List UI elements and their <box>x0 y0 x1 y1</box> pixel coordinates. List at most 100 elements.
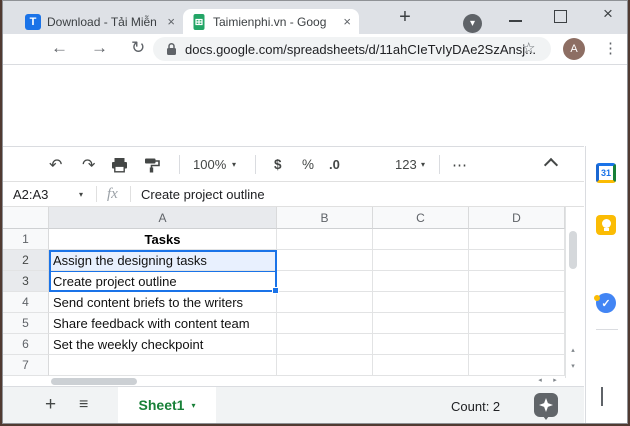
cell-b5[interactable] <box>277 313 373 334</box>
new-tab-button[interactable]: + <box>393 5 417 29</box>
cell-b1[interactable] <box>277 229 373 250</box>
redo-icon[interactable]: ↷ <box>82 147 95 182</box>
cell-c4[interactable] <box>373 292 469 313</box>
vertical-scrollbar[interactable]: ▴ ▾ <box>565 207 580 378</box>
cell-c6[interactable] <box>373 334 469 355</box>
chevron-down-icon[interactable]: ▾ <box>421 147 425 182</box>
column-header-b[interactable]: B <box>277 207 373 229</box>
browser-avatar[interactable]: A <box>563 38 585 60</box>
maximize-button[interactable] <box>554 10 567 23</box>
reload-icon[interactable]: ↻ <box>131 38 145 58</box>
cell-a7[interactable] <box>49 355 277 376</box>
undo-icon[interactable]: ↶ <box>49 147 62 182</box>
decrease-decimal-label: .0 <box>329 157 340 172</box>
row-header[interactable]: 3 <box>3 271 49 292</box>
cell-a1[interactable]: Tasks <box>49 229 277 250</box>
address-bar[interactable]: docs.google.com/spreadsheets/d/11ahCIeTv… <box>153 37 551 61</box>
scroll-right-icon[interactable]: ▸ <box>548 373 562 387</box>
name-box[interactable]: A2:A3 <box>13 182 48 206</box>
formula-input[interactable]: Create project outline <box>141 182 265 206</box>
zoom-select[interactable]: 100% <box>193 147 226 182</box>
chevron-down-icon[interactable]: ▾ <box>191 401 195 410</box>
toolbar-divider <box>439 155 440 174</box>
lock-icon <box>167 42 176 55</box>
chevron-down-icon[interactable]: ▾ <box>79 182 83 206</box>
row-header[interactable]: 1 <box>3 229 49 250</box>
column-header-a[interactable]: A <box>49 207 277 229</box>
cell-a3[interactable]: Create project outline <box>49 271 277 292</box>
calendar-icon[interactable]: 31 <box>596 163 616 183</box>
fill-handle[interactable] <box>272 287 279 294</box>
close-tab-icon[interactable]: × <box>343 14 351 29</box>
cell-c1[interactable] <box>373 229 469 250</box>
cell-a2[interactable]: Assign the designing tasks <box>49 250 277 271</box>
paint-format-icon[interactable] <box>144 147 160 182</box>
collapse-toolbar-icon[interactable] <box>543 147 559 182</box>
bookmark-star-icon[interactable]: ☆ <box>522 39 535 57</box>
selection-count-label[interactable]: Count: 2 <box>451 399 500 414</box>
browser-tab-sheets[interactable]: Taimienphi.vn - Goog × <box>183 9 359 34</box>
cell-d1[interactable] <box>469 229 565 250</box>
cell-b7[interactable] <box>277 355 373 376</box>
download-status-icon[interactable]: ▾ <box>463 14 482 33</box>
browser-menu-icon[interactable]: ⋮ <box>603 39 618 57</box>
hide-side-panel-button[interactable] <box>601 387 603 407</box>
cell-b2[interactable] <box>277 250 373 271</box>
print-icon[interactable] <box>111 147 128 182</box>
cell-d5[interactable] <box>469 313 565 334</box>
more-toolbar-icon[interactable]: ⋯ <box>452 147 467 182</box>
cell-c5[interactable] <box>373 313 469 334</box>
cell-c2[interactable] <box>373 250 469 271</box>
row-header[interactable]: 7 <box>3 355 49 376</box>
format-currency-button[interactable]: $ <box>274 147 282 182</box>
browser-tab-download[interactable]: T Download - Tải Miễn × <box>17 9 183 34</box>
explore-button[interactable] <box>534 393 558 420</box>
scroll-left-icon[interactable]: ◂ <box>533 373 547 387</box>
close-window-button[interactable]: × <box>598 4 618 24</box>
cell-a6[interactable]: Set the weekly checkpoint <box>49 334 277 355</box>
select-all-corner[interactable] <box>3 207 49 229</box>
horizontal-scrollbar[interactable] <box>3 378 565 386</box>
cell-b3[interactable] <box>277 271 373 292</box>
all-sheets-menu-icon[interactable]: ≡ <box>79 396 88 414</box>
back-icon[interactable]: ← <box>51 38 68 58</box>
row-header[interactable]: 5 <box>3 313 49 334</box>
table-row: 3 Create project outline <box>3 271 580 292</box>
spreadsheet-grid: A B C D 1 Tasks 2 Assign the designing t… <box>3 207 580 386</box>
cell-d2[interactable] <box>469 250 565 271</box>
cell-c3[interactable] <box>373 271 469 292</box>
toolbar-divider <box>255 155 256 174</box>
sheet-tab-sheet1[interactable]: Sheet1 ▾ <box>118 387 216 423</box>
cell-b6[interactable] <box>277 334 373 355</box>
horizontal-scrollbar-thumb[interactable] <box>51 378 137 385</box>
decrease-decimal-button[interactable]: .0← <box>329 147 627 182</box>
cell-b4[interactable] <box>277 292 373 313</box>
column-header-c[interactable]: C <box>373 207 469 229</box>
cell-d4[interactable] <box>469 292 565 313</box>
minimize-button[interactable] <box>509 20 522 22</box>
forward-icon[interactable]: → <box>91 38 108 58</box>
cell-a5[interactable]: Share feedback with content team <box>49 313 277 334</box>
column-header-d[interactable]: D <box>469 207 565 229</box>
row-header[interactable]: 4 <box>3 292 49 313</box>
cell-d3[interactable] <box>469 271 565 292</box>
tasks-icon[interactable]: ✓ <box>594 293 616 313</box>
number-format-button[interactable]: 123 <box>395 147 417 182</box>
sheets-header: Taimienphi.vn ☆ Saved File Edit View Ins… <box>3 65 627 201</box>
scroll-up-icon[interactable]: ▴ <box>566 343 580 357</box>
cell-a4[interactable]: Send content briefs to the writers <box>49 292 277 313</box>
sheet-tab-bar: + ≡ Sheet1 ▾ Count: 2 <box>3 386 584 423</box>
close-tab-icon[interactable]: × <box>167 14 175 29</box>
toolbar-divider <box>179 155 180 174</box>
row-header[interactable]: 6 <box>3 334 49 355</box>
add-sheet-button[interactable]: + <box>45 394 56 416</box>
cell-d6[interactable] <box>469 334 565 355</box>
chevron-down-icon[interactable]: ▾ <box>232 147 236 182</box>
cell-c7[interactable] <box>373 355 469 376</box>
format-percent-button[interactable]: % <box>302 147 314 182</box>
keep-icon[interactable] <box>596 215 616 235</box>
vertical-scrollbar-thumb[interactable] <box>569 231 577 269</box>
row-header[interactable]: 2 <box>3 250 49 271</box>
scroll-down-icon[interactable]: ▾ <box>566 359 580 373</box>
sheets-toolbar: ↶ ↷ 100% ▾ $ % .0← .00→ 123 ▾ ⋯ <box>3 146 584 207</box>
